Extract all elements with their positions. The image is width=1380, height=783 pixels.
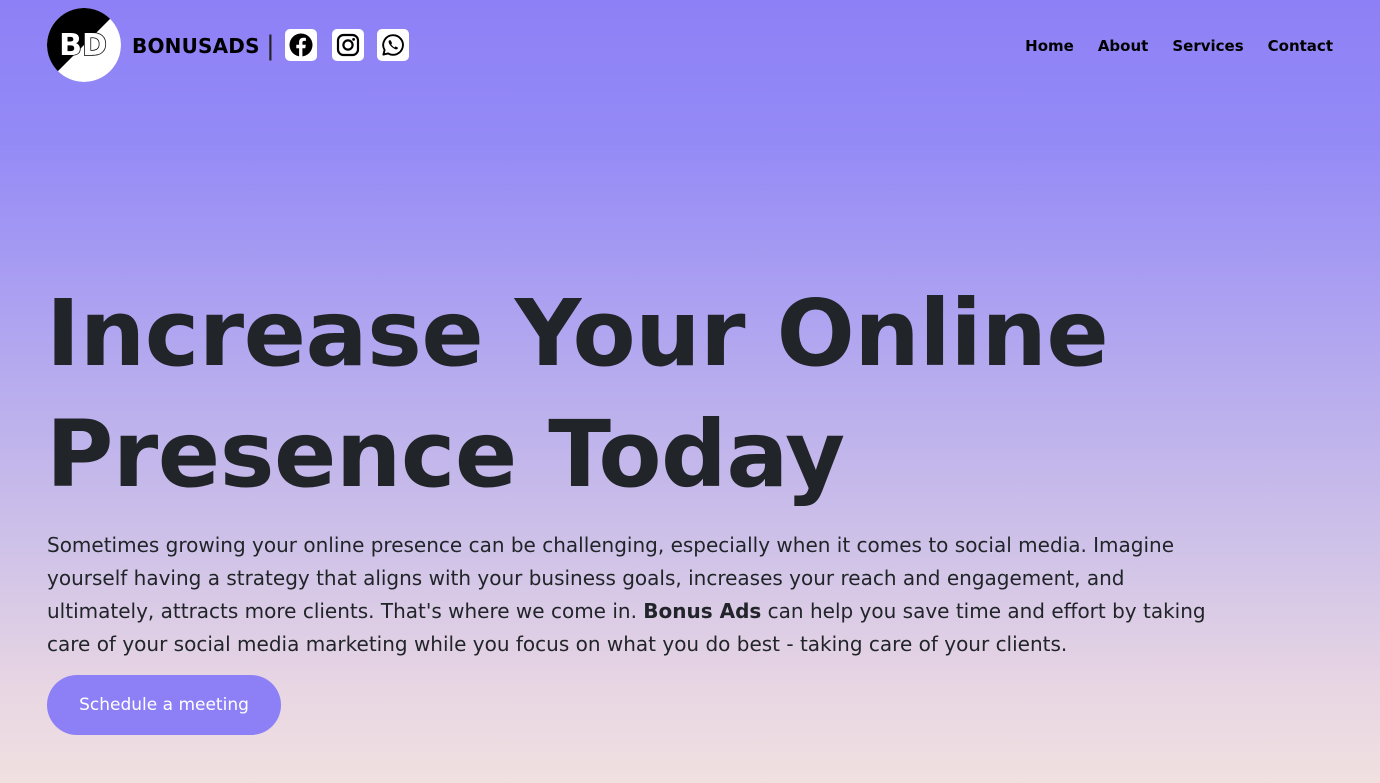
whatsapp-icon (382, 34, 404, 56)
navbar: BD BONUSADS | Home About Services Contac… (0, 0, 1380, 92)
brand-divider: | (266, 31, 275, 61)
hero-description: Sometimes growing your online presence c… (47, 529, 1232, 661)
nav-links: Home About Services Contact (1025, 36, 1333, 56)
nav-services[interactable]: Services (1172, 36, 1243, 56)
hero-title: Increase Your Online Presence Today (46, 273, 1146, 515)
brand-logo[interactable]: BD (47, 8, 121, 82)
logo-text: BD (59, 28, 107, 63)
hero-title-line-1: Increase Your Online (46, 280, 1109, 387)
brand-name[interactable]: BONUSADS (132, 33, 260, 59)
nav-about[interactable]: About (1098, 36, 1149, 56)
instagram-icon (336, 33, 360, 57)
instagram-link[interactable] (332, 29, 364, 61)
nav-contact[interactable]: Contact (1268, 36, 1333, 56)
nav-home[interactable]: Home (1025, 36, 1074, 56)
facebook-icon (289, 33, 313, 57)
hero-title-line-2: Presence Today (46, 401, 845, 508)
hero-text-brand: Bonus Ads (643, 599, 762, 623)
whatsapp-link[interactable] (377, 29, 409, 61)
facebook-link[interactable] (285, 29, 317, 61)
schedule-meeting-button[interactable]: Schedule a meeting (47, 675, 281, 735)
